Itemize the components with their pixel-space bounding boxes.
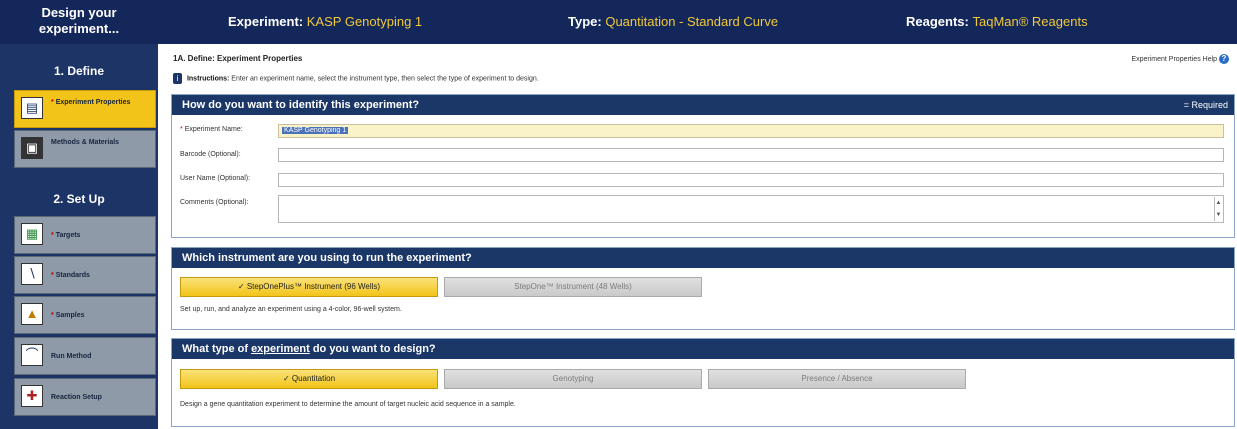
- identify-title: How do you want to identify this experim…: [182, 99, 420, 111]
- sidebar-item-standards[interactable]: ∖ * Standards: [14, 256, 156, 294]
- comments-scrollbar[interactable]: ▲ ▼: [1214, 197, 1222, 221]
- sidebar-item-label: Samples: [55, 312, 85, 319]
- document-icon: ▤: [21, 97, 43, 119]
- sidebar-item-experiment-properties[interactable]: ▤ * Experiment Properties: [14, 90, 156, 128]
- reaction-setup-icon: ✚: [21, 385, 43, 407]
- design-title: Design your experiment...: [38, 5, 120, 36]
- quantitation-button[interactable]: ✓ Quantitation: [180, 369, 438, 389]
- top-header: Design your experiment... Experiment: KA…: [0, 0, 1237, 44]
- instrument-description: Set up, run, and analyze an experiment u…: [180, 306, 402, 313]
- sidebar-item-label: Run Method: [51, 353, 92, 360]
- reagents-info: Reagents: TaqMan® Reagents: [906, 14, 1088, 29]
- barcode-input[interactable]: [278, 148, 1224, 162]
- help-link[interactable]: Experiment Properties Help ?: [1131, 54, 1229, 64]
- user-name-input[interactable]: [278, 173, 1224, 187]
- main-content: 1A. Define: Experiment Properties Experi…: [165, 48, 1237, 429]
- type-label: Type:: [568, 14, 602, 29]
- sidebar-item-label: Methods & Materials: [51, 139, 120, 146]
- standards-icon: ∖: [21, 263, 43, 285]
- sidebar-item-targets[interactable]: ▦ * Targets: [14, 216, 156, 254]
- sidebar-item-samples[interactable]: ▲ * Samples: [14, 296, 156, 334]
- instructions-text: Enter an experiment name, select the ins…: [231, 75, 539, 83]
- page-title: 1A. Define: Experiment Properties: [173, 54, 303, 63]
- comments-input[interactable]: ▲ ▼: [278, 195, 1224, 223]
- experiment-name-label: Experiment Name:: [184, 126, 243, 133]
- sidebar-item-run-method[interactable]: ⌒ Run Method: [14, 337, 156, 375]
- stepone-button[interactable]: StepOne™ Instrument (48 Wells): [444, 277, 702, 297]
- experiment-label: Experiment:: [228, 14, 304, 29]
- sidebar-item-methods-materials[interactable]: ▣ Methods & Materials: [14, 130, 156, 168]
- identify-panel: How do you want to identify this experim…: [171, 94, 1235, 238]
- run-method-icon: ⌒: [21, 344, 43, 366]
- experiment-value: KASP Genotyping 1: [306, 14, 423, 29]
- experiment-name-input[interactable]: KASP Genotyping 1: [278, 124, 1224, 138]
- instrument-panel: Which instrument are you using to run th…: [171, 247, 1235, 330]
- barcode-label: Barcode (Optional):: [180, 151, 241, 158]
- instructions: i Instructions: Enter an experiment name…: [173, 73, 539, 84]
- help-icon[interactable]: ?: [1219, 54, 1229, 64]
- type-value: Quantitation - Standard Curve: [605, 14, 779, 29]
- reagents-label: Reagents:: [906, 14, 969, 29]
- stepone-plus-button[interactable]: ✓ StepOnePlus™ Instrument (96 Wells): [180, 277, 438, 297]
- user-name-label: User Name (Optional):: [180, 175, 251, 182]
- experiment-type-description: Design a gene quantitation experiment to…: [180, 401, 516, 408]
- sidebar-item-label: Reaction Setup: [51, 394, 102, 401]
- targets-icon: ▦: [21, 223, 43, 245]
- instrument-title: Which instrument are you using to run th…: [172, 248, 1234, 268]
- reagents-value: TaqMan® Reagents: [972, 14, 1088, 29]
- sidebar-item-label: Standards: [55, 272, 90, 279]
- book-icon: ▣: [21, 137, 43, 159]
- experiment-type-panel: What type of experiment do you want to d…: [171, 338, 1235, 427]
- instructions-label: Instructions:: [186, 75, 230, 83]
- section-setup: 2. Set Up: [53, 192, 105, 206]
- genotyping-button[interactable]: Genotyping: [444, 369, 702, 389]
- sidebar-item-reaction-setup[interactable]: ✚ Reaction Setup: [14, 378, 156, 416]
- required-note: = Required: [1183, 100, 1228, 110]
- sidebar-item-label: Experiment Properties: [55, 99, 131, 106]
- presence-absence-button[interactable]: Presence / Absence: [708, 369, 966, 389]
- experiment-info: Experiment: KASP Genotyping 1: [228, 14, 422, 29]
- sidebar: 1. Define ▤ * Experiment Properties ▣ Me…: [0, 44, 158, 429]
- info-icon: i: [173, 73, 182, 84]
- section-define: 1. Define: [53, 64, 104, 78]
- type-info: Type: Quantitation - Standard Curve: [568, 14, 778, 29]
- experiment-glossary-link[interactable]: experiment: [251, 343, 310, 355]
- samples-icon: ▲: [21, 303, 43, 325]
- comments-label: Comments (Optional):: [180, 199, 249, 206]
- sidebar-item-label: Targets: [55, 232, 81, 239]
